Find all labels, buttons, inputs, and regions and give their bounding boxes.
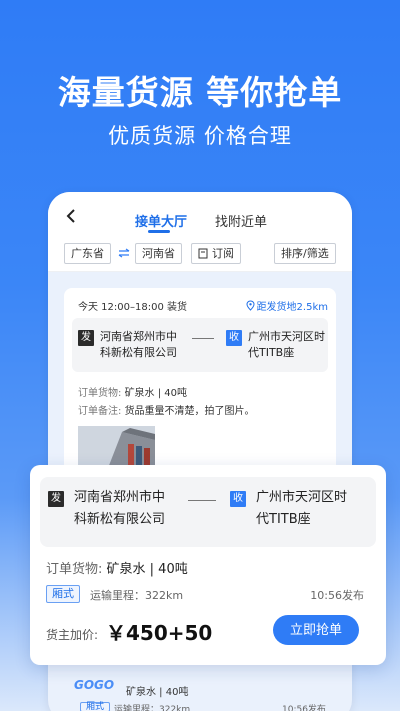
sort-filter-button[interactable]: 排序/筛选	[274, 243, 336, 264]
note-label: 订单备注:	[78, 406, 122, 417]
featured-cargo-label: 订单货物:	[46, 562, 103, 577]
featured-to-address-line1: 广州市天河区时	[256, 490, 348, 505]
tab-order-hall[interactable]: 接单大厅	[135, 211, 187, 230]
distance-label: 距发货地2.5km	[246, 298, 328, 313]
cargo-value: 矿泉水 | 40吨	[124, 388, 188, 399]
subscribe-label: 订阅	[212, 247, 234, 260]
transport-mileage: 运输里程：322km	[90, 589, 184, 602]
from-badge: 发	[78, 330, 94, 346]
top-nav: 接单大厅 找附近单	[48, 192, 352, 240]
featured-from-address-line1: 河南省郑州市中	[74, 490, 166, 505]
bottom-card-cargo: 矿泉水 | 40吨	[126, 687, 189, 698]
featured-route-box: 发 河南省郑州市中 科新松有限公司 收 广州市天河区时 代TITB座	[40, 477, 376, 547]
tab-nearby-orders[interactable]: 找附近单	[215, 211, 267, 230]
loading-time: 今天 12:00–18:00 装货	[78, 302, 187, 313]
price-label: 货主加价:	[46, 628, 99, 642]
cargo-photo-image	[78, 426, 155, 468]
featured-cargo-value: 矿泉水 | 40吨	[106, 562, 188, 577]
cargo-photo[interactable]	[78, 426, 155, 468]
from-address-line1: 河南省郑州市中	[100, 330, 177, 343]
bottom-card-publish: 10:56发布	[282, 705, 326, 711]
subscribe-button[interactable]: 订阅	[191, 243, 241, 264]
cargo-row: 订单货物: 矿泉水 | 40吨	[78, 384, 187, 399]
to-province-select[interactable]: 河南省	[135, 243, 182, 264]
swap-icon[interactable]	[118, 248, 130, 258]
watermark-logo: GOGO	[74, 678, 115, 692]
location-pin-icon	[246, 300, 255, 311]
featured-from-address-line2: 科新松有限公司	[74, 512, 166, 527]
hero-title: 海量货源 等你抢单	[57, 73, 343, 112]
cargo-label: 订单货物:	[78, 388, 122, 399]
featured-order-card[interactable]: 发 河南省郑州市中 科新松有限公司 收 广州市天河区时 代TITB座 订单货物:…	[30, 465, 386, 665]
tab-active-indicator	[148, 230, 170, 233]
featured-to-address-line2: 代TITB座	[256, 512, 311, 527]
featured-route-arrow-icon	[188, 500, 216, 501]
from-address-line2: 科新松有限公司	[100, 346, 177, 359]
to-address-line2: 代TITB座	[248, 346, 295, 359]
to-badge: 收	[226, 330, 242, 346]
featured-from-badge: 发	[48, 491, 64, 507]
price-value: ￥450+50	[106, 621, 213, 645]
publish-time: 10:56发布	[310, 589, 364, 602]
featured-cargo-row: 订单货物: 矿泉水 | 40吨	[46, 558, 188, 577]
featured-to-badge: 收	[230, 491, 246, 507]
subscribe-icon	[198, 248, 208, 259]
route-box: 发 河南省郑州市中 科新松有限公司 收 广州市天河区时 代TITB座	[72, 318, 328, 372]
filter-bar: 广东省 河南省 订阅 排序/筛选	[48, 240, 352, 272]
vehicle-type-tag: 厢式	[46, 585, 80, 603]
grab-order-button[interactable]: 立即抢单	[273, 615, 359, 645]
bottom-card-mileage: 运输里程：322km	[114, 705, 191, 711]
note-row: 订单备注: 货品重量不清楚，拍了图片。	[78, 402, 255, 417]
back-arrow-icon[interactable]	[64, 208, 78, 224]
from-province-select[interactable]: 广东省	[64, 243, 111, 264]
route-arrow-icon	[192, 338, 214, 339]
hero-subtitle: 优质货源 价格合理	[108, 124, 292, 148]
bottom-card-tag: 厢式	[80, 702, 111, 711]
distance-text: 距发货地2.5km	[256, 302, 328, 313]
note-value: 货品重量不清楚，拍了图片。	[124, 406, 255, 417]
to-address-line1: 广州市天河区时	[248, 330, 325, 343]
